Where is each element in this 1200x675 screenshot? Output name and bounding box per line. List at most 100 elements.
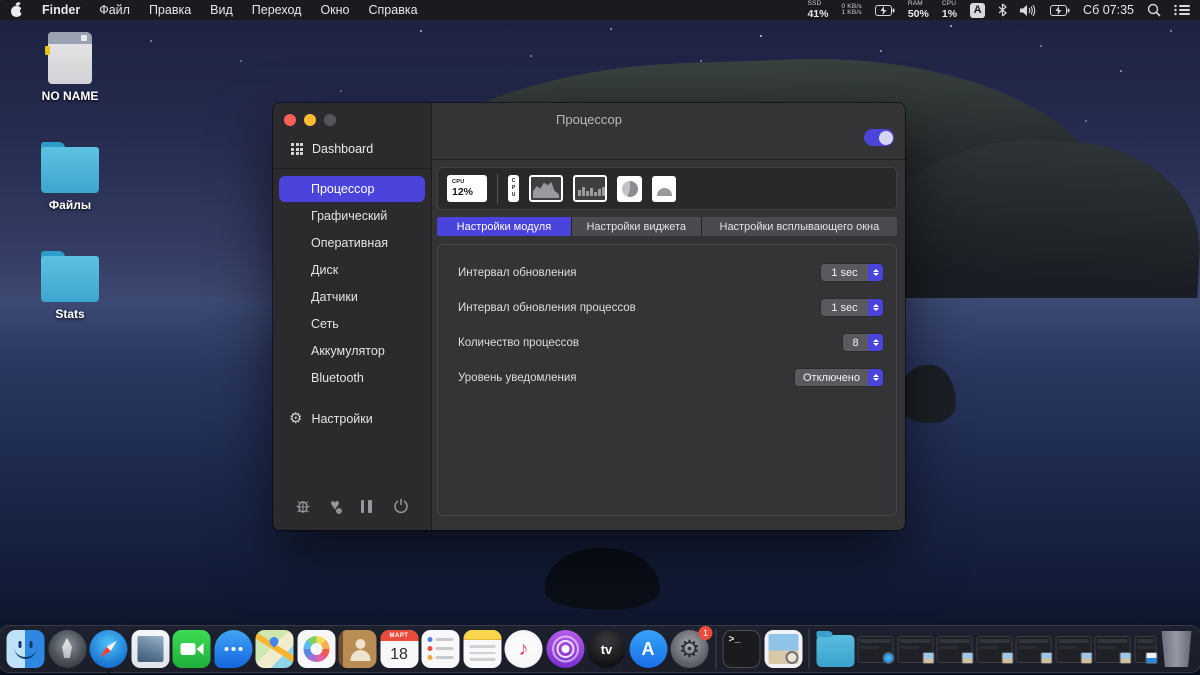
sidebar-item-settings[interactable]: ⚙ Настройки <box>273 399 431 426</box>
minimized-window-thumbnail[interactable] <box>936 635 974 664</box>
minimized-window-thumbnail[interactable] <box>976 635 1013 664</box>
menu-help[interactable]: Справка <box>369 3 418 17</box>
widget-previews-panel: CPU 12% CPU <box>437 167 897 210</box>
volume-icon[interactable] <box>1020 4 1037 17</box>
window-sidebar: Dashboard Процессор Графический Оператив… <box>273 103 432 530</box>
dock-icon-maps[interactable] <box>255 630 294 668</box>
stepper-icon[interactable] <box>868 369 883 386</box>
dock-icon-notes[interactable] <box>463 630 501 668</box>
minimized-window-thumbnail[interactable] <box>1134 635 1157 664</box>
donate-heart-icon[interactable]: ♥ <box>330 498 343 515</box>
close-button[interactable] <box>284 114 296 126</box>
dock-icon-tv[interactable]: tv <box>587 630 626 668</box>
dock-icon-facetime[interactable] <box>172 630 211 668</box>
dock-icon-appstore[interactable]: A <box>629 630 667 668</box>
menu-window[interactable]: Окно <box>320 3 349 17</box>
sidebar-item-bluetooth[interactable]: Bluetooth <box>279 365 425 391</box>
statusbar-ssd[interactable]: SSD 41% <box>807 0 828 19</box>
appstore-glyph: A <box>641 638 655 659</box>
sidebar-item-gpu[interactable]: Графический <box>279 203 425 229</box>
process-count-dropdown[interactable]: 8 <box>843 334 883 351</box>
stepper-icon[interactable] <box>868 299 883 316</box>
music-note-glyph: ♪ <box>518 637 529 660</box>
desktop-icon-no-name[interactable]: NO NAME <box>22 32 118 103</box>
stepper-icon[interactable] <box>868 334 883 351</box>
minimized-window-thumbnail[interactable] <box>897 635 934 664</box>
dock-icon-reminders[interactable] <box>421 630 460 668</box>
sidebar-item-battery[interactable]: Аккумулятор <box>279 338 425 364</box>
sidebar-item-network[interactable]: Сеть <box>279 311 425 337</box>
menu-edit[interactable]: Правка <box>149 3 191 17</box>
bug-report-icon[interactable] <box>295 498 311 514</box>
dock-icon-messages[interactable] <box>214 630 252 668</box>
dashboard-grid-icon <box>291 143 303 155</box>
desktop-icon-stats[interactable]: Stats <box>22 250 118 321</box>
dock-downloads-folder[interactable] <box>816 631 854 667</box>
process-interval-dropdown[interactable]: 1 sec <box>821 299 883 316</box>
widget-preview-line-chart[interactable] <box>529 175 563 202</box>
widget-preview-vertical-label[interactable]: CPU <box>508 175 519 202</box>
notification-level-dropdown[interactable]: Отключено <box>795 369 883 386</box>
stats-settings-window: Процессор Dashboard Процессор Графически… <box>273 103 905 530</box>
running-indicator <box>107 670 110 673</box>
update-interval-dropdown[interactable]: 1 sec <box>821 264 883 281</box>
input-source-icon[interactable]: A <box>970 2 986 18</box>
apple-menu-icon[interactable] <box>10 0 26 18</box>
dock-icon-mail[interactable] <box>131 630 169 668</box>
module-settings-panel: Интервал обновления 1 sec Интервал обнов… <box>437 244 897 516</box>
widget-preview-gauge[interactable] <box>652 175 676 202</box>
tab-widget-settings[interactable]: Настройки виджета <box>571 217 701 236</box>
dock-icon-contacts[interactable] <box>338 630 377 668</box>
tab-module-settings[interactable]: Настройки модуля <box>437 217 571 236</box>
dock-trash-icon[interactable] <box>1161 631 1192 667</box>
widget-preview-mini[interactable]: CPU 12% <box>447 175 487 202</box>
dock-icon-music[interactable]: ♪ <box>504 630 543 668</box>
sidebar-item-ram[interactable]: Оперативная <box>279 230 425 256</box>
module-header <box>432 103 905 160</box>
dock-icon-photos[interactable] <box>297 630 335 668</box>
tab-popup-settings[interactable]: Настройки всплывающего окна <box>701 217 897 236</box>
minimized-window-thumbnail[interactable] <box>1055 635 1092 664</box>
minimized-window-thumbnail[interactable] <box>857 635 895 664</box>
sidebar-item-sensors[interactable]: Датчики <box>279 284 425 310</box>
dock-icon-terminal[interactable]: >_ <box>722 630 761 668</box>
spotlight-search-icon[interactable] <box>1147 3 1161 17</box>
dock-icon-preview[interactable] <box>764 630 802 668</box>
menubar-clock[interactable]: Сб 07:35 <box>1083 3 1134 17</box>
dock-icon-launchpad[interactable] <box>48 630 86 668</box>
sidebar-item-disk[interactable]: Диск <box>279 257 425 283</box>
bluetooth-icon[interactable] <box>998 3 1007 17</box>
calendar-day: 18 <box>390 645 408 663</box>
desktop-icon-files[interactable]: Файлы <box>22 141 118 212</box>
sidebar-item-cpu[interactable]: Процессор <box>279 176 425 202</box>
dock-icon-system-preferences[interactable]: ⚙ 1 <box>670 626 713 668</box>
widget-preview-bar-chart[interactable] <box>573 175 607 202</box>
notification-badge: 1 <box>698 626 713 640</box>
statusbar-cpu[interactable]: CPU 1% <box>942 0 957 19</box>
stepper-icon[interactable] <box>868 264 883 281</box>
battery-charging-icon[interactable] <box>874 4 895 16</box>
menu-file[interactable]: Файл <box>99 3 130 17</box>
desktop-icon-label: Stats <box>55 307 85 321</box>
setting-row-process-count: Количество процессов 8 <box>458 325 883 360</box>
statusbar-network[interactable]: 0 KB/s 1 KB/s <box>841 3 861 17</box>
dock-icon-calendar[interactable]: МАРТ 18 <box>380 630 418 668</box>
battery-icon[interactable] <box>1050 4 1070 16</box>
menu-app-name[interactable]: Finder <box>42 3 80 17</box>
pause-icon[interactable] <box>359 499 374 513</box>
stats-menu-list-icon[interactable] <box>1174 4 1190 16</box>
dock-icon-safari[interactable] <box>89 630 128 673</box>
zoom-button[interactable] <box>324 114 336 126</box>
widget-preview-pie-chart[interactable] <box>617 175 642 202</box>
minimized-window-thumbnail[interactable] <box>1094 635 1132 664</box>
minimized-window-thumbnail[interactable] <box>1015 635 1053 664</box>
minimize-button[interactable] <box>304 114 316 126</box>
module-enable-toggle[interactable] <box>864 129 894 146</box>
sidebar-item-dashboard[interactable]: Dashboard <box>273 126 431 169</box>
dock-icon-finder[interactable] <box>6 630 45 668</box>
dock-icon-podcasts[interactable] <box>546 630 584 668</box>
power-icon[interactable] <box>393 498 409 514</box>
menu-go[interactable]: Переход <box>252 3 302 17</box>
menu-view[interactable]: Вид <box>210 3 233 17</box>
statusbar-ram[interactable]: RAM 50% <box>908 0 929 19</box>
